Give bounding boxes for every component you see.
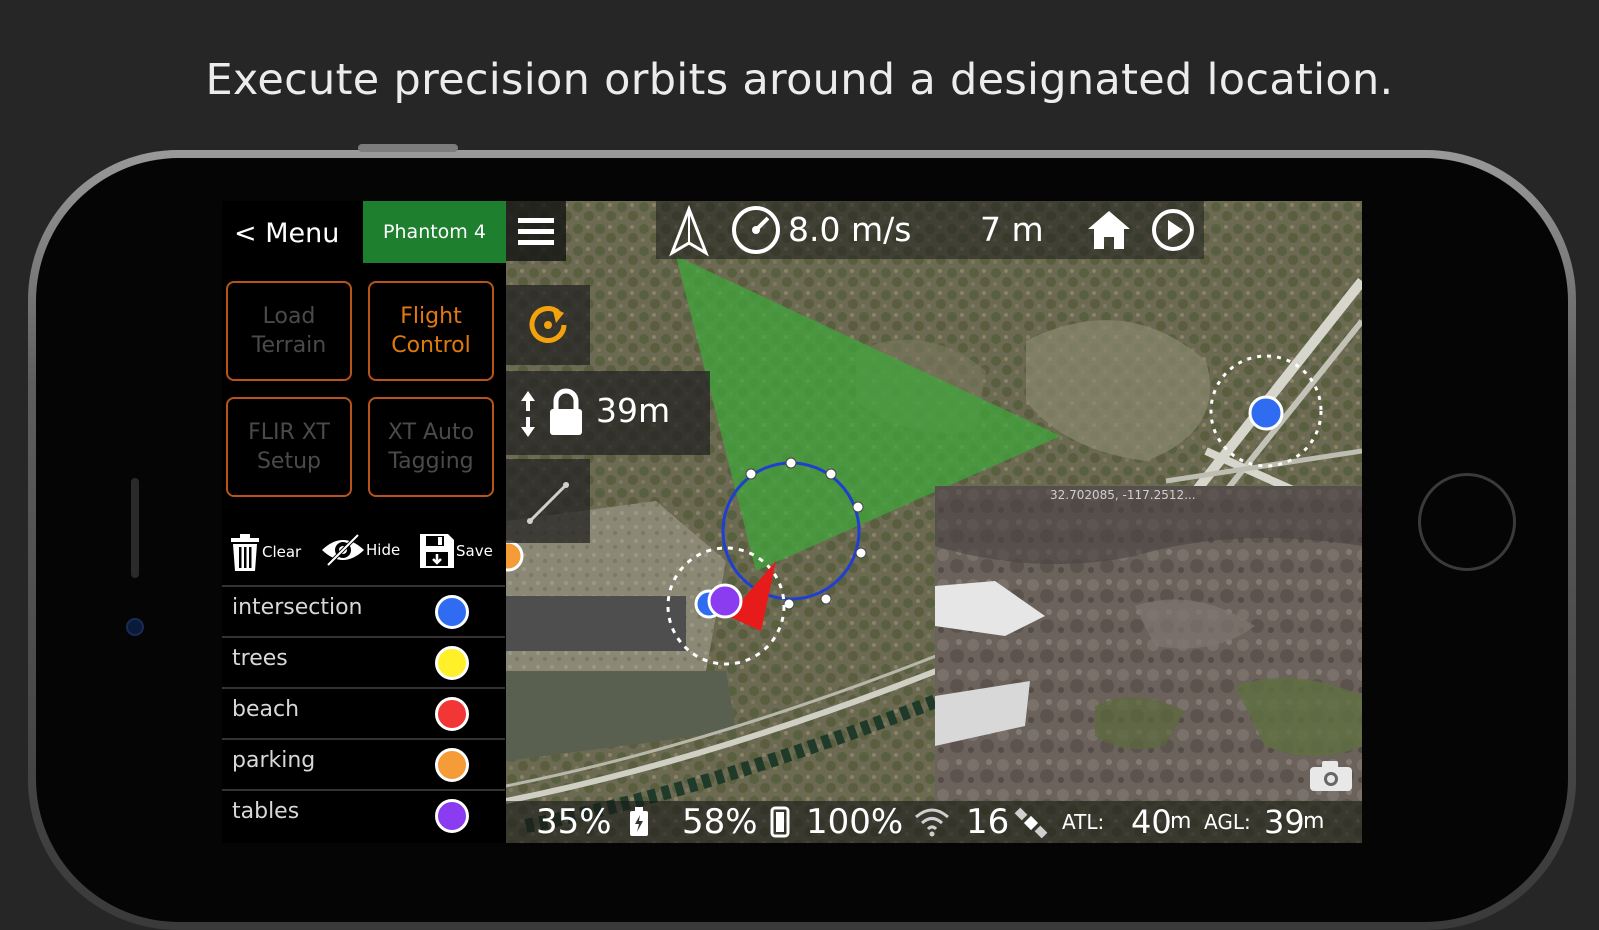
- home-icon[interactable]: [1086, 207, 1132, 253]
- legend-label: trees: [232, 646, 288, 671]
- agl-unit: m: [1303, 809, 1325, 834]
- clear-label: Clear: [262, 543, 302, 561]
- aircraft-battery-icon: [630, 807, 648, 836]
- atl-value: 40: [1131, 803, 1172, 841]
- xt-auto-tagging-label: XT Auto Tagging: [387, 420, 475, 474]
- atl-label: ATL:: [1062, 810, 1105, 834]
- camera-capture-icon[interactable]: [1308, 759, 1354, 793]
- save-disk-icon: [420, 534, 454, 568]
- play-mission-icon[interactable]: [1150, 207, 1196, 253]
- control-panel: < Menu Phantom 4 Load Terrain Flight Con…: [222, 201, 506, 843]
- legend-item-tables[interactable]: tables: [222, 789, 505, 841]
- xt-auto-tagging-button[interactable]: XT Auto Tagging: [368, 397, 494, 497]
- legend-item-trees[interactable]: trees: [222, 636, 505, 688]
- orbit-rotate-icon: [529, 306, 567, 343]
- load-terrain-button[interactable]: Load Terrain: [226, 281, 352, 381]
- save-label: Save: [456, 542, 493, 560]
- speed-readout: 8.0 m/s: [788, 210, 912, 249]
- marker-color-dot: [435, 646, 469, 680]
- flir-xt-setup-label: FLIR XT Setup: [248, 420, 330, 474]
- lock-icon: [550, 388, 582, 435]
- clear-button[interactable]: Clear: [228, 532, 301, 572]
- wifi-signal-icon: [915, 808, 949, 837]
- ruler-line-icon: [526, 481, 570, 525]
- save-button[interactable]: Save: [418, 532, 493, 570]
- headline: Execute precision orbits around a design…: [205, 55, 1394, 105]
- legend-label: tables: [232, 799, 300, 824]
- satellite-icon: [1014, 807, 1048, 838]
- phone-camera: [126, 618, 144, 636]
- satellite-count-value: 16: [966, 802, 1010, 842]
- marker-toolbar: Clear Hide Save: [228, 526, 505, 576]
- agl-label: AGL:: [1204, 810, 1251, 834]
- marker-color-dot: [435, 748, 469, 782]
- phone-home-button[interactable]: [1418, 473, 1516, 571]
- legend-item-intersection[interactable]: intersection: [222, 585, 505, 637]
- trash-icon: [231, 534, 259, 571]
- flight-control-label: Flight Control: [391, 304, 471, 358]
- pip-coordinates: 32.702085, -117.2512...: [1050, 488, 1196, 502]
- legend-item-beach[interactable]: beach: [222, 687, 505, 739]
- signal-strength-value: 100%: [806, 802, 904, 842]
- legend-label: parking: [232, 748, 316, 773]
- phone-side-button: [358, 144, 458, 152]
- measure-tool-button[interactable]: [506, 459, 590, 543]
- camera-feed-image: [935, 486, 1362, 801]
- camera-feed-pip[interactable]: 32.702085, -117.2512...: [935, 486, 1362, 801]
- hide-eye-icon: [322, 533, 364, 567]
- altitude-lock-control[interactable]: 39m: [506, 371, 710, 455]
- legend-item-parking[interactable]: parking: [222, 738, 505, 790]
- marker-color-dot: [435, 799, 469, 833]
- phone-speaker: [131, 478, 139, 578]
- aircraft-selector[interactable]: Phantom 4: [363, 201, 506, 263]
- speedometer-icon: [732, 206, 780, 254]
- hide-button[interactable]: Hide: [320, 532, 400, 568]
- app-screen: < Menu Phantom 4 Load Terrain Flight Con…: [222, 201, 1362, 843]
- altitude-lock-value: 39m: [596, 391, 671, 430]
- flir-xt-setup-button[interactable]: FLIR XT Setup: [226, 397, 352, 497]
- phone-battery-icon: [770, 806, 790, 838]
- hamburger-icon: [518, 218, 554, 245]
- phone-battery-value: 58%: [682, 802, 758, 842]
- menu-back-button[interactable]: < Menu: [234, 209, 339, 259]
- orbit-mode-button[interactable]: [506, 285, 590, 365]
- legend-label: intersection: [232, 595, 363, 620]
- marker-color-dot: [435, 697, 469, 731]
- atl-unit: m: [1170, 809, 1192, 834]
- status-bar: 35% 58% 100% 16 ATL: 40 m AGL: 39 m: [506, 801, 1362, 843]
- agl-value: 39: [1264, 803, 1305, 841]
- load-terrain-label: Load Terrain: [251, 304, 327, 358]
- flight-control-button[interactable]: Flight Control: [368, 281, 494, 381]
- legend-label: beach: [232, 697, 300, 722]
- telemetry-topbar: 8.0 m/s 7 m: [656, 201, 1204, 259]
- hide-label: Hide: [366, 541, 401, 559]
- map-menu-button[interactable]: [506, 201, 566, 261]
- satellite-map[interactable]: 8.0 m/s 7 m 39m 32.702085, -117.2512... …: [506, 201, 1362, 843]
- altitude-arrows-icon: [521, 391, 535, 437]
- distance-readout: 7 m: [980, 210, 1044, 249]
- marker-color-dot: [435, 595, 469, 629]
- compass-north-icon[interactable]: [666, 205, 712, 257]
- aircraft-battery-value: 35%: [536, 802, 612, 842]
